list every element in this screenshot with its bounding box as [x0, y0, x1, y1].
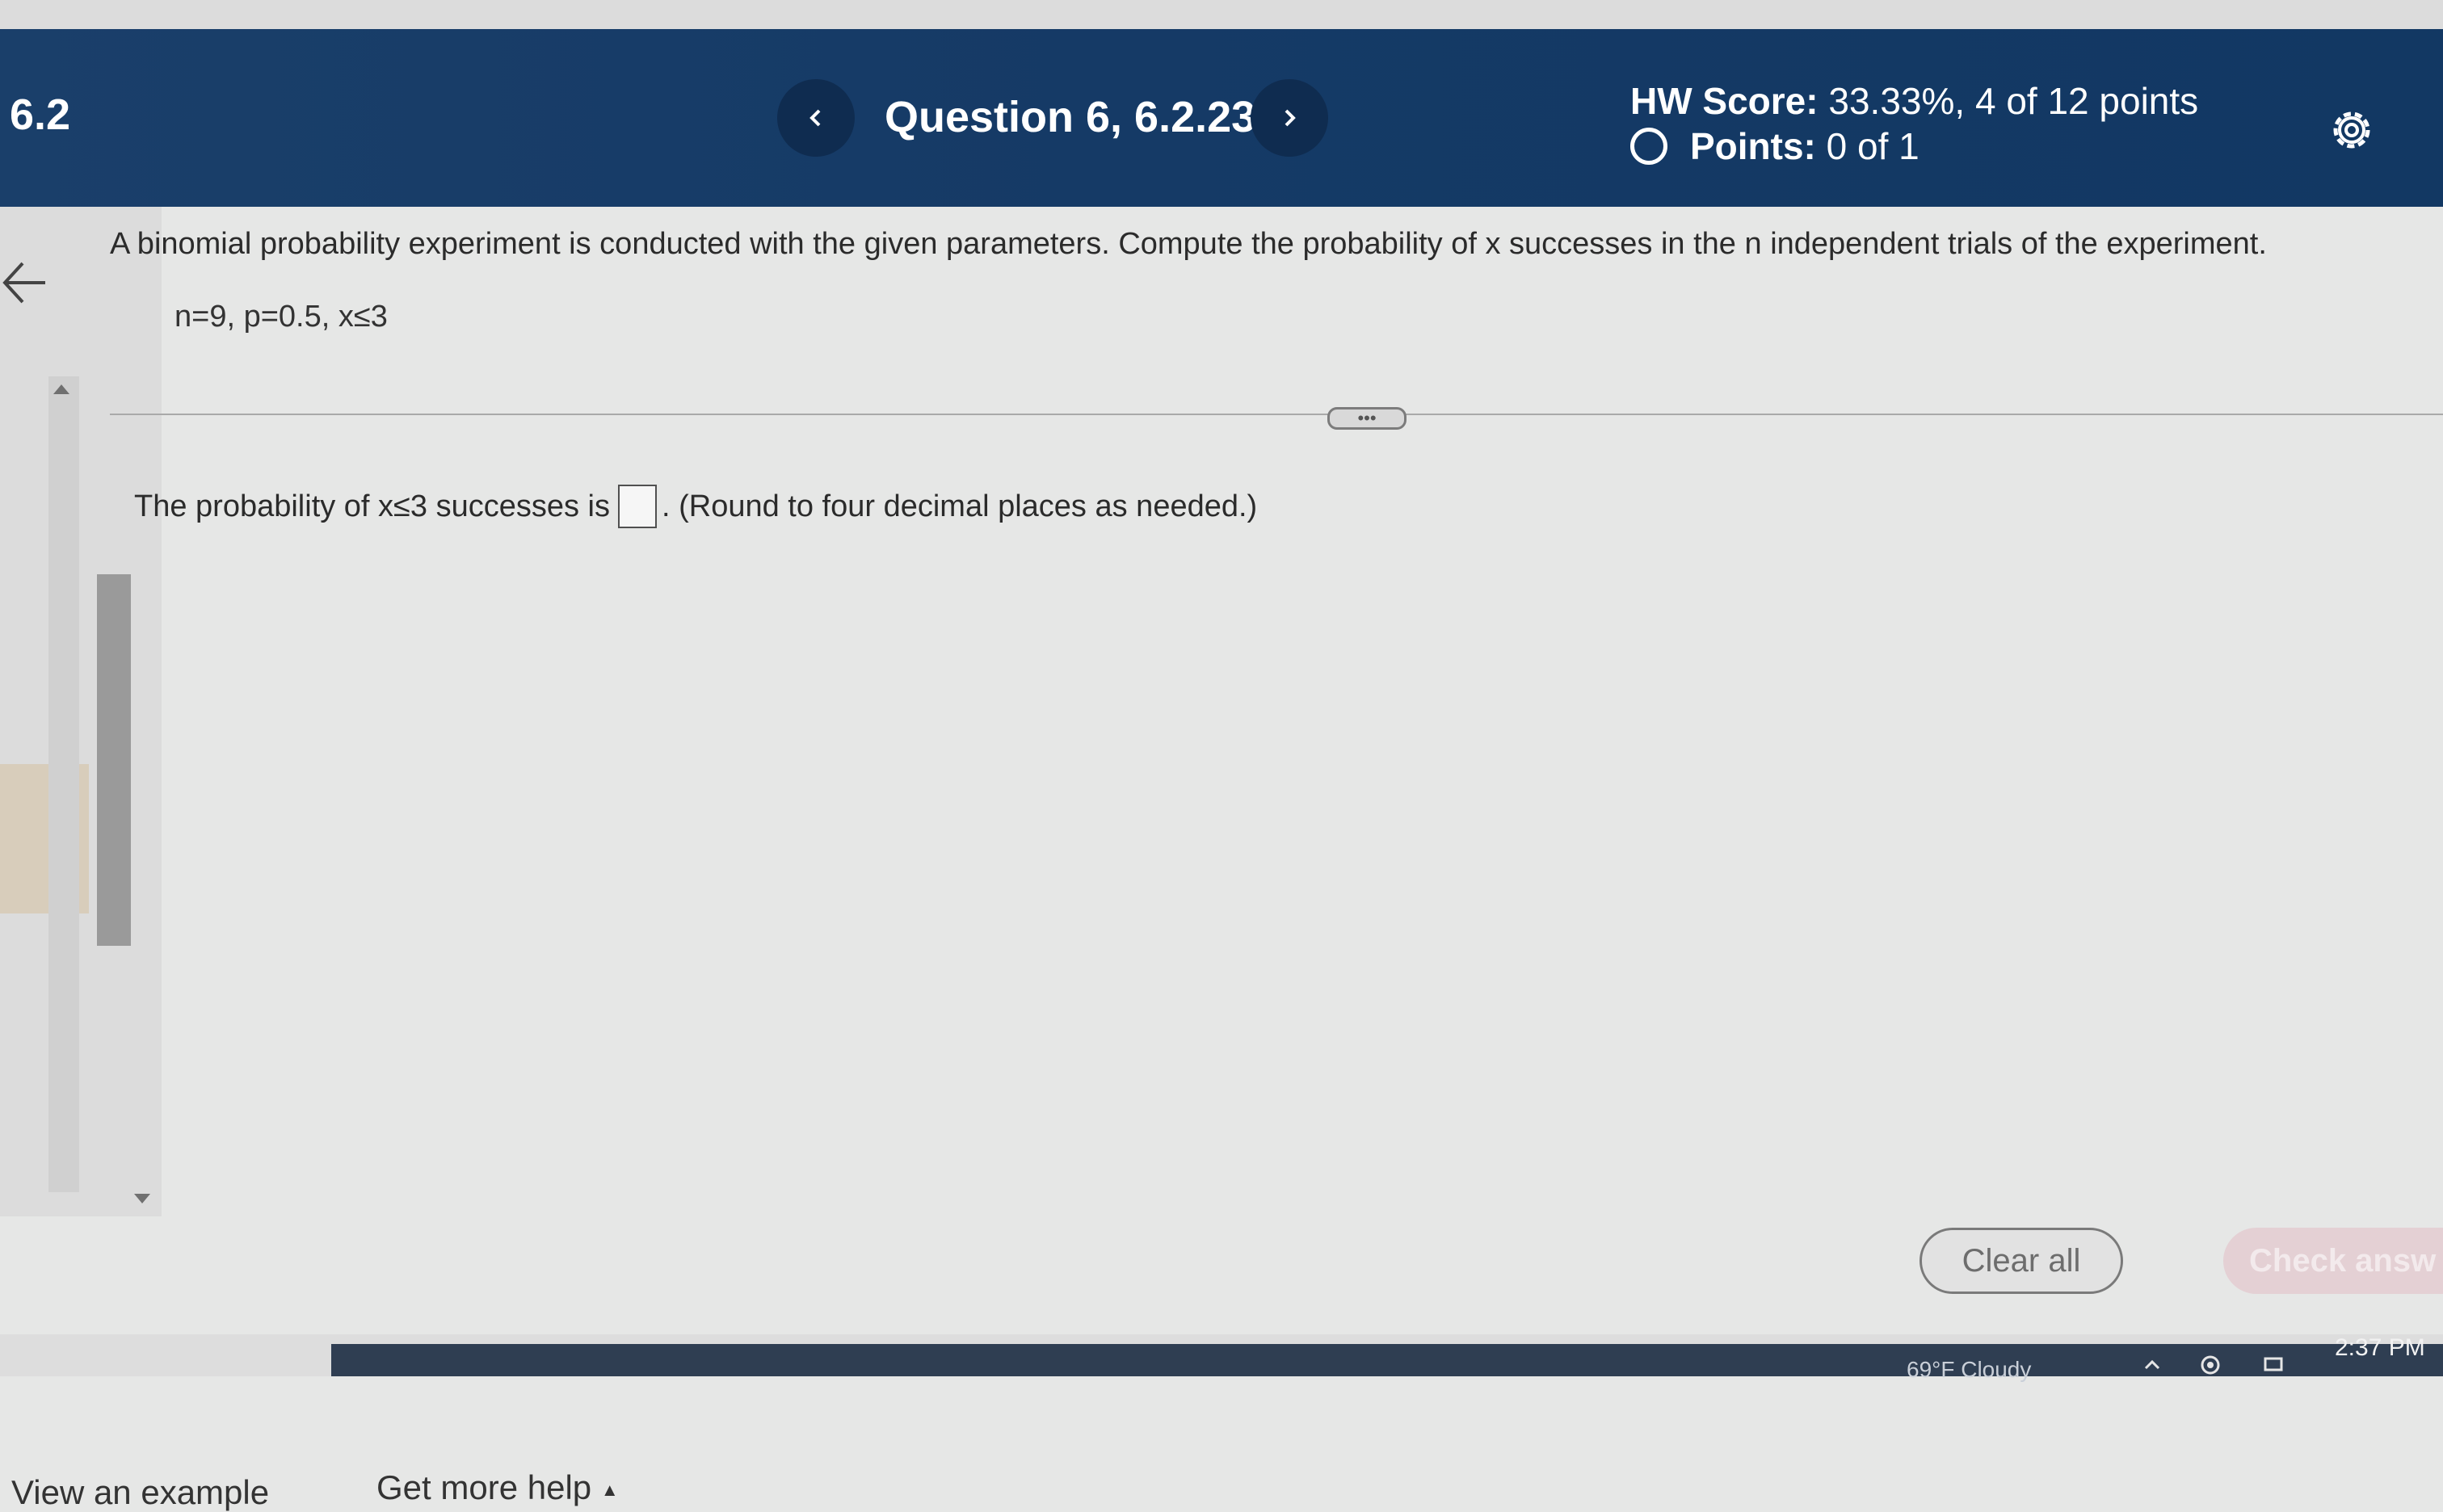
browser-tray-icon[interactable]	[2199, 1354, 2222, 1376]
expand-more-button[interactable]: •••	[1327, 407, 1407, 430]
browser-top-strip	[0, 0, 2443, 29]
answer-line: The probability of x≤3 successes is . (R…	[134, 485, 1257, 528]
points: Points: 0 of 1	[1630, 124, 1920, 168]
scrollbar-track[interactable]	[48, 376, 79, 1192]
caret-up-icon: ▲	[600, 1479, 619, 1500]
points-label: Points:	[1690, 125, 1816, 167]
check-answer-button[interactable]: Check answ	[2223, 1228, 2443, 1294]
status-circle-icon	[1630, 128, 1667, 165]
get-more-help-label: Get more help	[376, 1468, 592, 1506]
left-panel	[0, 207, 162, 1216]
taskbar-clock[interactable]: 2:37 PM	[2335, 1334, 2425, 1362]
answer-input[interactable]	[618, 485, 657, 528]
scroll-down-arrow-icon[interactable]	[134, 1194, 150, 1203]
question-header: 6.2 Question 6, 6.2.23 HW Score: 33.33%,…	[0, 29, 2443, 207]
taskbar-bar	[331, 1344, 2443, 1376]
hw-score: HW Score: 33.33%, 4 of 12 points	[1630, 79, 2198, 123]
section-number: 6.2	[10, 90, 71, 139]
divider	[110, 414, 2443, 415]
question-title: Question 6, 6.2.23	[885, 93, 1256, 141]
gear-icon[interactable]	[2325, 103, 2378, 157]
arrow-left-icon[interactable]	[0, 254, 52, 312]
hw-score-value: 33.33%, 4 of 12 points	[1828, 80, 2199, 122]
problem-statement: A binomial probability experiment is con…	[110, 227, 2267, 261]
more-dots-icon: •••	[1357, 408, 1377, 428]
chevron-right-icon	[1285, 109, 1296, 127]
chevron-up-icon[interactable]	[2141, 1354, 2163, 1376]
hw-score-label: HW Score:	[1630, 80, 1819, 122]
question-content: A binomial probability experiment is con…	[0, 207, 2443, 1511]
next-question-button[interactable]	[1251, 79, 1328, 157]
scrollbar-thumb[interactable]	[97, 574, 131, 946]
clear-all-button[interactable]: Clear all	[1920, 1228, 2123, 1294]
display-tray-icon[interactable]	[2262, 1354, 2285, 1376]
points-value: 0 of 1	[1826, 125, 1920, 167]
chevron-left-icon	[809, 109, 821, 127]
view-example-link[interactable]: View an example	[11, 1473, 269, 1512]
weather-widget[interactable]: 69°F Cloudy	[1907, 1357, 2031, 1383]
answer-prefix: The probability of x≤3 successes is	[134, 489, 610, 523]
scroll-up-arrow-icon[interactable]	[53, 384, 69, 394]
get-more-help-link[interactable]: Get more help ▲	[376, 1468, 619, 1507]
problem-parameters: n=9, p=0.5, x≤3	[174, 300, 388, 334]
previous-question-button[interactable]	[777, 79, 855, 157]
answer-suffix: . (Round to four decimal places as neede…	[662, 489, 1258, 523]
